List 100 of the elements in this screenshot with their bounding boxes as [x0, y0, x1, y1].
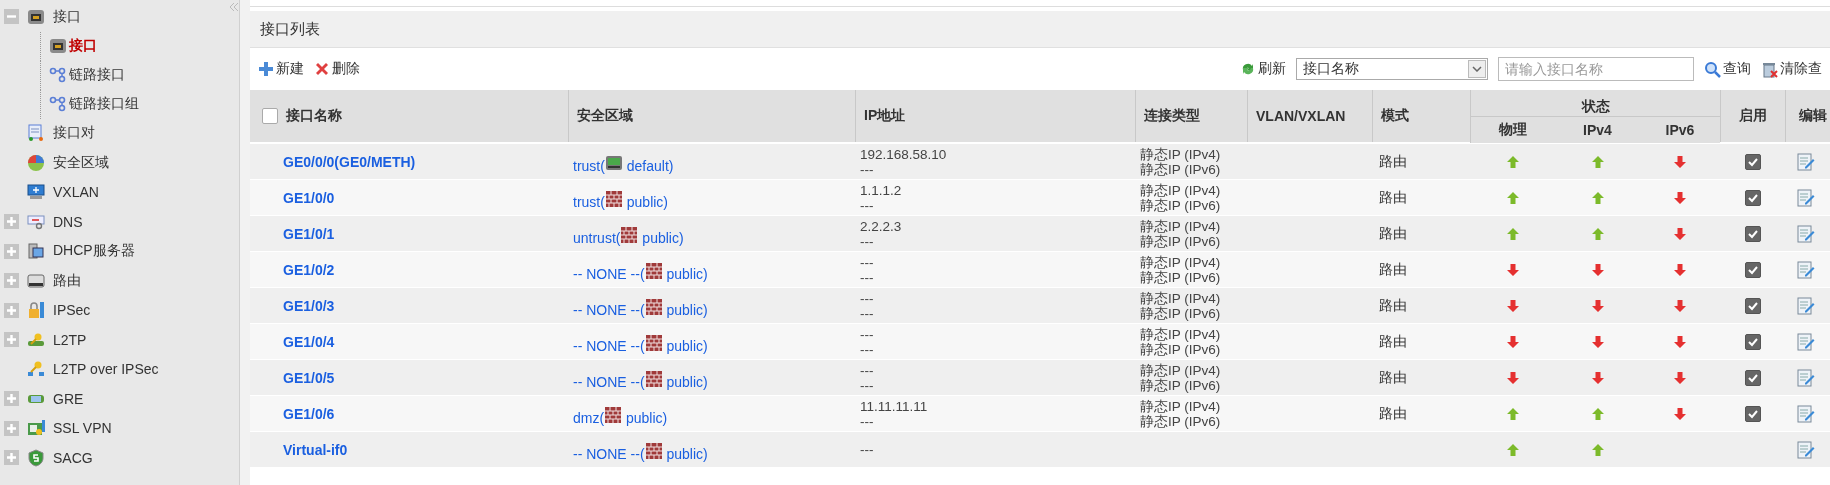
- edit-icon[interactable]: [1797, 368, 1815, 387]
- column-header: IPv6: [1665, 122, 1695, 138]
- trash-icon: [1761, 60, 1778, 78]
- sidebar-item[interactable]: L2TP: [53, 331, 87, 348]
- interface-link[interactable]: GE1/0/4: [283, 333, 335, 350]
- zone-link[interactable]: untrust(: [573, 229, 621, 246]
- port-icon: [49, 37, 67, 55]
- zone-link[interactable]: -- NONE --(: [573, 337, 645, 354]
- enabled-checkbox[interactable]: [1744, 405, 1761, 422]
- ip-address: ---: [860, 233, 874, 249]
- sidebar-item[interactable]: 接口: [69, 37, 97, 55]
- edit-icon[interactable]: [1797, 296, 1815, 315]
- column-header: 连接类型: [1144, 107, 1200, 125]
- zone-link[interactable]: dmz(: [573, 409, 605, 426]
- edit-icon[interactable]: [1797, 440, 1815, 459]
- enabled-checkbox[interactable]: [1744, 333, 1761, 350]
- vsys-link[interactable]: public): [662, 445, 708, 462]
- table-row[interactable]: GE1/0/5 -- NONE --( public) --- --- 静态IP (IPv4) 静态IP (IPv6) 路由: [250, 359, 1830, 395]
- new-button[interactable]: 新建: [258, 60, 304, 78]
- interface-link[interactable]: GE1/0/0: [283, 189, 335, 206]
- ip-address: ---: [860, 362, 874, 378]
- select-all-checkbox[interactable]: [262, 108, 278, 124]
- enabled-checkbox[interactable]: [1744, 225, 1761, 242]
- interface-link[interactable]: GE1/0/5: [283, 369, 335, 386]
- sidebar-item[interactable]: VXLAN: [53, 184, 99, 201]
- vsys-link[interactable]: public): [638, 229, 684, 246]
- zone-link[interactable]: -- NONE --(: [573, 301, 645, 318]
- expand-toggle-icon[interactable]: [4, 391, 19, 407]
- ip-address: ---: [860, 442, 874, 457]
- table-row[interactable]: Virtual-if0 -- NONE --( public) ---: [250, 431, 1830, 467]
- expand-toggle-icon[interactable]: [4, 243, 19, 259]
- sidebar-item[interactable]: 接口: [53, 7, 81, 26]
- expand-toggle-icon[interactable]: [4, 273, 19, 289]
- connection-type: 静态IP (IPv6): [1140, 269, 1221, 285]
- table-row[interactable]: GE1/0/2 -- NONE --( public) --- --- 静态IP (IPv4) 静态IP (IPv6) 路由: [250, 251, 1830, 287]
- zone-link[interactable]: trust(: [573, 193, 605, 210]
- ip-address: ---: [860, 197, 874, 213]
- column-header: 编辑: [1799, 107, 1827, 125]
- expand-toggle-icon[interactable]: [4, 214, 19, 230]
- interface-link[interactable]: GE1/0/1: [283, 225, 335, 242]
- interface-link[interactable]: GE1/0/2: [283, 261, 335, 278]
- vsys-link[interactable]: public): [662, 373, 708, 390]
- enabled-checkbox[interactable]: [1744, 261, 1761, 278]
- enabled-checkbox[interactable]: [1744, 297, 1761, 314]
- sidebar-item[interactable]: IPSec: [53, 302, 91, 319]
- sidebar-item[interactable]: 链路接口组: [69, 95, 139, 113]
- sidebar-item[interactable]: GRE: [53, 390, 84, 407]
- interface-link[interactable]: Virtual-if0: [283, 441, 348, 458]
- vsys-link[interactable]: public): [622, 193, 669, 210]
- table-row[interactable]: GE1/0/0 trust( public) 1.1.1.2 --- 静态IP (IPv4) 静态IP (IPv6) 路由: [250, 179, 1830, 215]
- expand-toggle-icon[interactable]: [4, 332, 19, 348]
- vsys-link[interactable]: default): [622, 157, 674, 174]
- interface-link[interactable]: GE0/0/0(GE0/METH): [283, 153, 416, 170]
- delete-button[interactable]: 删除: [314, 60, 360, 78]
- vsys-link[interactable]: public): [662, 265, 708, 282]
- edit-icon[interactable]: [1797, 152, 1815, 171]
- expand-toggle-icon[interactable]: [4, 420, 19, 436]
- connection-type: 静态IP (IPv4): [1140, 146, 1221, 162]
- expand-toggle-icon[interactable]: [4, 302, 19, 318]
- ip-address: ---: [860, 269, 874, 285]
- sidebar-item[interactable]: 路由: [53, 271, 81, 290]
- enabled-checkbox[interactable]: [1744, 153, 1761, 170]
- sidebar-item[interactable]: 链路接口: [69, 66, 125, 84]
- brick-wall-icon: [644, 297, 663, 316]
- vsys-link[interactable]: public): [662, 337, 708, 354]
- enabled-checkbox[interactable]: [1744, 189, 1761, 206]
- sidebar-item[interactable]: DNS: [53, 213, 83, 230]
- zone-link[interactable]: trust(: [573, 157, 605, 174]
- vsys-link[interactable]: public): [622, 409, 668, 426]
- interface-link[interactable]: GE1/0/3: [283, 297, 335, 314]
- sidebar-item[interactable]: 接口对: [53, 124, 95, 143]
- sidebar-item[interactable]: SSL VPN: [53, 420, 112, 437]
- edit-icon[interactable]: [1797, 404, 1815, 423]
- sidebar-item[interactable]: DHCP服务器: [53, 242, 135, 261]
- edit-icon[interactable]: [1797, 332, 1815, 351]
- edit-icon[interactable]: [1797, 224, 1815, 243]
- zone-link[interactable]: -- NONE --(: [573, 373, 645, 390]
- edit-icon[interactable]: [1797, 260, 1815, 279]
- expand-toggle-icon[interactable]: [4, 450, 19, 466]
- zone-link[interactable]: -- NONE --(: [573, 265, 645, 282]
- query-button[interactable]: 查询: [1704, 60, 1751, 78]
- search-field[interactable]: 请输入接口名称: [1498, 57, 1694, 81]
- sidebar-item[interactable]: 安全区域: [53, 153, 109, 172]
- clear-query-button[interactable]: 清除查: [1761, 60, 1822, 78]
- key-icon: [27, 360, 45, 379]
- enabled-checkbox[interactable]: [1744, 369, 1761, 386]
- collapse-toggle-icon[interactable]: [4, 9, 19, 25]
- sidebar-item[interactable]: SACG: [53, 449, 93, 466]
- table-row[interactable]: GE0/0/0(GE0/METH) trust( default) 192.168.58.10 --- 静态IP (IPv4) 静态IP (IPv6) 路由: [250, 143, 1830, 179]
- table-row[interactable]: GE1/0/3 -- NONE --( public) --- --- 静态IP (IPv4) 静态IP (IPv6) 路由: [250, 287, 1830, 323]
- interface-link[interactable]: GE1/0/6: [283, 405, 335, 422]
- zone-link[interactable]: -- NONE --(: [573, 445, 645, 462]
- vsys-link[interactable]: public): [662, 301, 708, 318]
- refresh-button[interactable]: 刷新: [1240, 60, 1286, 78]
- filter-dropdown[interactable]: 接口名称: [1296, 58, 1488, 80]
- table-row[interactable]: GE1/0/4 -- NONE --( public) --- --- 静态IP (IPv4) 静态IP (IPv6) 路由: [250, 323, 1830, 359]
- edit-icon[interactable]: [1797, 188, 1815, 207]
- table-row[interactable]: GE1/0/6 dmz( public) 11.11.11.11 --- 静态IP (IPv4) 静态IP (IPv6) 路由: [250, 395, 1830, 431]
- table-row[interactable]: GE1/0/1 untrust( public) 2.2.2.3 --- 静态IP (IPv4) 静态IP (IPv6) 路由: [250, 215, 1830, 251]
- sidebar-item[interactable]: L2TP over IPSec: [53, 361, 159, 378]
